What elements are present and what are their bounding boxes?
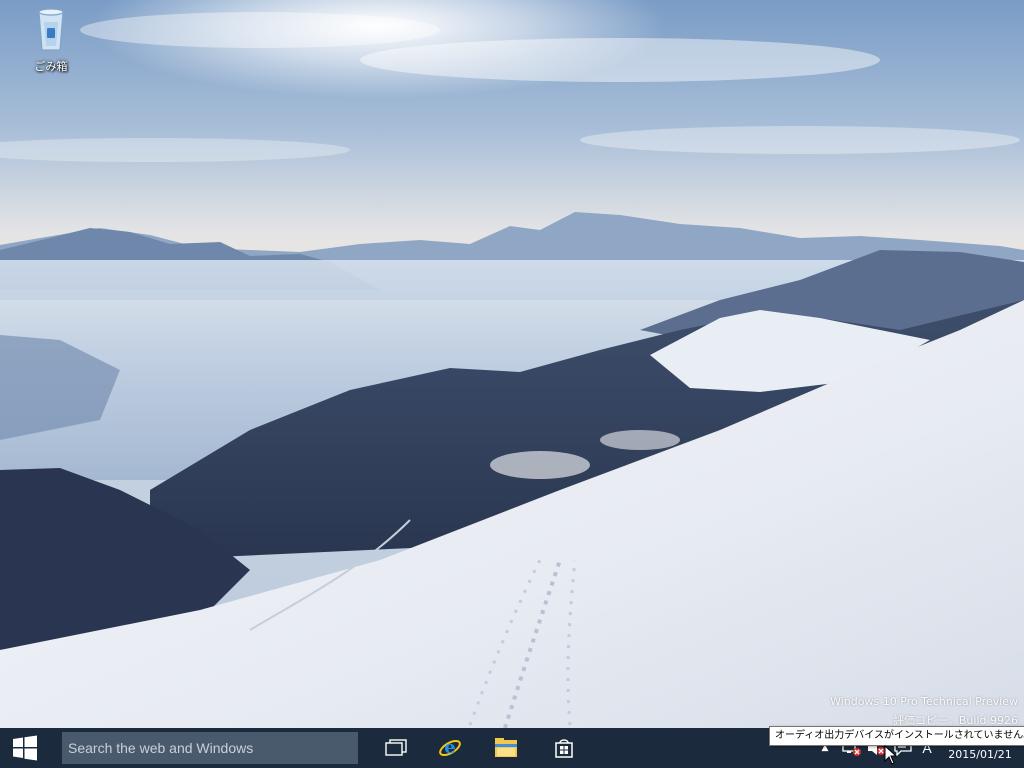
mouse-cursor-icon [884,745,898,765]
recycle-bin[interactable]: ごみ箱 [22,6,80,74]
windows-logo-icon [13,735,37,761]
file-explorer-icon [495,738,517,757]
audio-device-tooltip: オーディオ出力デバイスがインストールされていません。 [769,726,1024,746]
desktop[interactable]: ごみ箱 Windows 10 Pro Technical Preview 評価コ… [0,0,1024,728]
start-button[interactable] [0,728,50,768]
store-button[interactable] [544,728,584,768]
task-view-icon [385,739,407,756]
task-view-button[interactable] [376,728,416,768]
svg-text:e: e [444,737,455,758]
search-input[interactable] [62,732,358,764]
store-icon [555,739,573,758]
build-watermark-title: Windows 10 Pro Technical Preview [830,695,1018,708]
file-explorer-button[interactable] [486,728,526,768]
internet-explorer-button[interactable]: e [430,728,470,768]
recycle-bin-label: ごみ箱 [34,60,68,73]
wallpaper [0,0,1024,728]
recycle-bin-icon [38,8,64,51]
taskbar-clock-date[interactable]: 2015/01/21 [940,748,1020,761]
internet-explorer-icon: e [439,737,461,758]
